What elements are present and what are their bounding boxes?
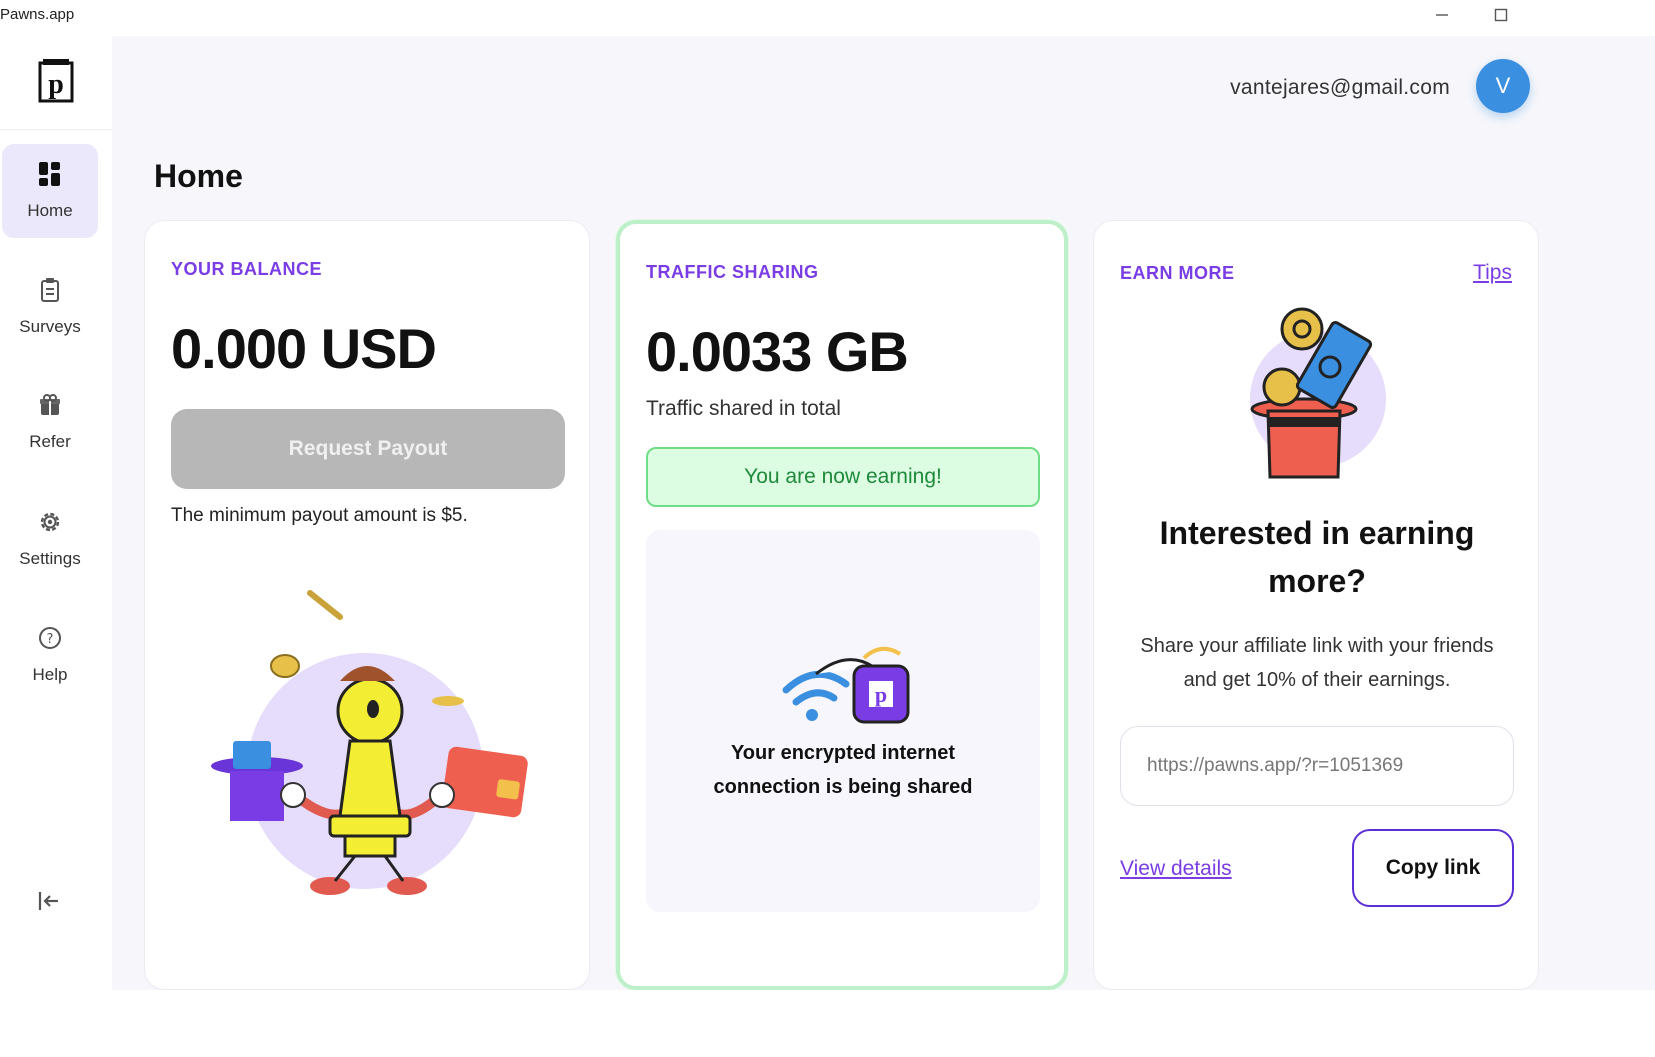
earn-title-line2: more? (1268, 563, 1366, 599)
earn-title-line1: Interested in earning (1159, 515, 1475, 551)
avatar[interactable]: V (1476, 59, 1530, 113)
sidebar-item-label: Settings (19, 549, 81, 568)
earn-desc-line1: Share your affiliate link with your frie… (1140, 635, 1494, 657)
earn-more-description: Share your affiliate link with your frie… (1094, 629, 1540, 697)
earning-status: You are now earning! (646, 447, 1040, 507)
main-content: vantejares@gmail.com V Home YOUR BALANCE… (112, 36, 1655, 990)
gear-icon (37, 509, 63, 535)
earn-more-label: EARN MORE (1120, 263, 1235, 283)
sidebar: p Home Surveys Refer Settings ? Help (0, 30, 112, 990)
title-bar: Pawns.app (0, 0, 1655, 30)
earn-more-title: Interested in earning more? (1094, 509, 1540, 605)
balance-value: 0.000 USD (171, 317, 437, 380)
user-email: vantejares@gmail.com (1230, 76, 1450, 99)
gift-icon (37, 392, 63, 418)
sidebar-item-label: Help (32, 665, 68, 684)
sidebar-item-settings[interactable]: Settings (2, 492, 98, 586)
sidebar-item-label: Refer (29, 432, 71, 451)
sidebar-item-label: Surveys (19, 317, 81, 336)
minimize-icon[interactable] (1422, 2, 1462, 28)
window-bottom (0, 990, 1655, 1057)
sharing-message-line2: connection is being shared (713, 776, 973, 798)
svg-text:p: p (48, 69, 64, 100)
tips-link[interactable]: Tips (1473, 261, 1512, 285)
affiliate-link-field[interactable] (1120, 726, 1514, 806)
view-details-link[interactable]: View details (1120, 857, 1232, 881)
traffic-label: TRAFFIC SHARING (646, 262, 819, 282)
traffic-card: TRAFFIC SHARING 0.0033 GB Traffic shared… (616, 220, 1068, 990)
request-payout-button[interactable]: Request Payout (171, 409, 565, 489)
earn-desc-line2: and get 10% of their earnings. (1183, 669, 1451, 691)
svg-text:p: p (875, 682, 887, 707)
sharing-illustration: p (782, 646, 910, 724)
page-title: Home (154, 158, 243, 194)
pawn-juggling-illustration (211, 590, 528, 895)
clipboard-icon (37, 277, 63, 303)
sidebar-item-home[interactable]: Home (2, 144, 98, 238)
svg-text:?: ? (47, 632, 54, 647)
grid-icon (37, 161, 63, 187)
sharing-panel: p Your encrypted internet connection is … (646, 530, 1040, 912)
min-payout-note: The minimum payout amount is $5. (171, 505, 468, 526)
pawns-logo[interactable]: p (37, 57, 75, 103)
hat-coins-illustration (1250, 307, 1386, 479)
sidebar-item-surveys[interactable]: Surveys (2, 260, 98, 354)
maximize-icon[interactable] (1481, 2, 1521, 28)
sidebar-item-refer[interactable]: Refer (2, 375, 98, 469)
window-title: Pawns.app (0, 6, 75, 23)
question-icon: ? (37, 625, 63, 651)
logo-area: p (0, 30, 112, 130)
copy-link-button[interactable]: Copy link (1352, 829, 1514, 907)
balance-label: YOUR BALANCE (171, 259, 323, 279)
sidebar-item-help[interactable]: ? Help (2, 608, 98, 702)
traffic-subtitle: Traffic shared in total (646, 397, 841, 420)
traffic-value: 0.0033 GB (646, 320, 909, 383)
collapse-icon[interactable] (36, 888, 62, 914)
earn-more-card: EARN MORE Tips Interested in earning mor… (1093, 220, 1539, 990)
sharing-message: Your encrypted internet connection is be… (646, 736, 1040, 804)
sharing-message-line1: Your encrypted internet (730, 742, 956, 764)
balance-card: YOUR BALANCE 0.000 USD Request Payout Th… (144, 220, 590, 990)
sidebar-item-label: Home (27, 201, 73, 220)
